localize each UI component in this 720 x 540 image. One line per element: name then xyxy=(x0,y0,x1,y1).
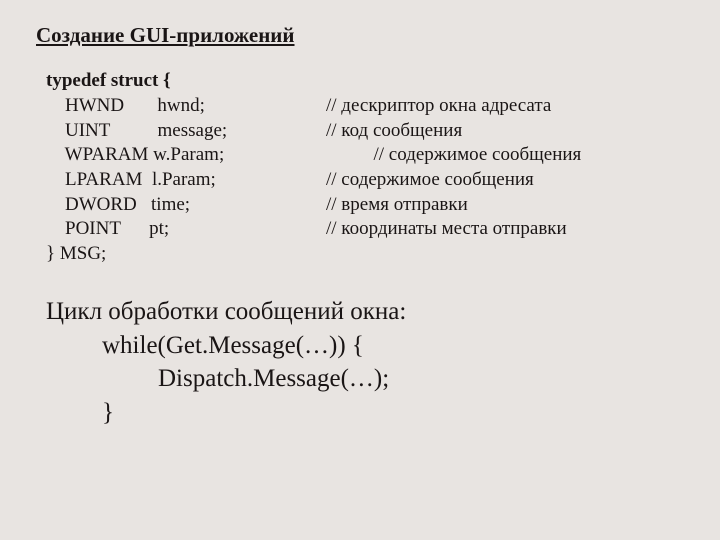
struct-comment: // содержимое сообщения xyxy=(326,143,684,168)
struct-row: LPARAM l.Param; // содержимое сообщения xyxy=(46,168,684,193)
struct-field: LPARAM l.Param; xyxy=(46,168,326,193)
struct-comment: // время отправки xyxy=(326,193,684,218)
struct-comment: // код сообщения xyxy=(326,119,684,144)
struct-field: WPARAM w.Param; xyxy=(46,143,326,168)
struct-comment: // содержимое сообщения xyxy=(326,168,684,193)
struct-row: WPARAM w.Param; // содержимое сообщения xyxy=(46,143,684,168)
struct-comment: // координаты места отправки xyxy=(326,217,684,242)
struct-field: HWND hwnd; xyxy=(46,94,326,119)
struct-comment: // дескриптор окна адресата xyxy=(326,94,684,119)
struct-field: UINT message; xyxy=(46,119,326,144)
struct-definition: typedef struct { HWND hwnd; // дескрипто… xyxy=(46,69,684,267)
loop-dispatch: Dispatch.Message(…); xyxy=(46,362,684,396)
loop-close-brace: } xyxy=(46,396,684,430)
struct-field: POINT pt; xyxy=(46,217,326,242)
struct-field: DWORD time; xyxy=(46,193,326,218)
struct-row: UINT message; // код сообщения xyxy=(46,119,684,144)
struct-row: DWORD time; // время отправки xyxy=(46,193,684,218)
slide-title: Создание GUI-приложений xyxy=(36,22,684,49)
struct-close: } MSG; xyxy=(46,242,684,267)
struct-open: typedef struct { xyxy=(46,69,684,94)
struct-row: POINT pt; // координаты места отправки xyxy=(46,217,684,242)
message-loop-block: Цикл обработки сообщений окна: while(Get… xyxy=(46,295,684,430)
loop-while: while(Get.Message(…)) { xyxy=(46,329,684,363)
struct-row: HWND hwnd; // дескриптор окна адресата xyxy=(46,94,684,119)
loop-heading: Цикл обработки сообщений окна: xyxy=(46,295,684,329)
